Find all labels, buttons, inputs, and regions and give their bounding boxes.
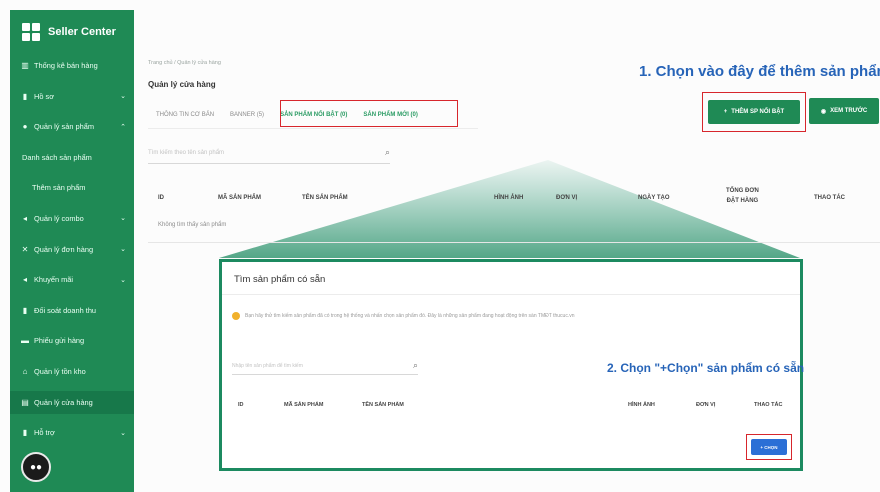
sidebar-item-label: Quản lý combo [34,213,84,223]
col-id: ID [238,402,244,408]
megaphone-icon: ◂ [22,275,27,285]
sidebar-item-label: Quản lý tồn kho [34,366,86,376]
col-image: HÌNH ẢNH [628,402,655,408]
document-icon: ▮ [22,428,28,438]
page: Seller Center ▥ Thống kê bán hàng ▮ Hồ s… [0,0,880,492]
tabs-divider [148,128,478,129]
col-created-date: NGÀY TẠO [638,195,670,201]
sidebar-item-promotions[interactable]: ◂ Khuyến mãi ⌄ [10,268,134,291]
col-image: HÌNH ẢNH [494,195,524,201]
chevron-down-icon: ⌄ [120,215,126,223]
empty-state-text: Không tìm thấy sản phẩm [158,222,227,228]
megaphone-icon: ◂ [22,213,27,223]
sidebar-item-profile[interactable]: ▮ Hồ sơ ⌄ [10,85,134,108]
store-icon: ▤ [21,397,29,407]
sidebar-item-label: Hỗ trợ [34,428,55,438]
col-product-name: TÊN SẢN PHẨM [362,402,404,408]
col-unit: ĐƠN VỊ [696,402,716,408]
notice-text: Bạn hãy thử tìm kiếm sản phẩm đã có tron… [245,313,575,319]
plus-icon: + [723,109,728,115]
chat-button[interactable]: ●● [21,452,51,482]
search-icon[interactable]: ⌕ [413,360,418,371]
sidebar-item-revenue[interactable]: ▮ Đối soát doanh thu [10,299,134,322]
sidebar-item-label: Hồ sơ [34,91,55,101]
sidebar-item-add-product[interactable]: Thêm sản phẩm [10,176,134,199]
add-featured-button[interactable]: + THÊM SP NỔI BẬT [708,100,800,124]
choose-button-highlight: + CHỌN [746,434,792,460]
table-divider [148,242,880,243]
sidebar-item-shipping[interactable]: ▬ Phiếu gửi hàng [10,329,134,352]
add-button-highlight: + THÊM SP NỔI BẬT [702,92,806,132]
sidebar-item-label: Thêm sản phẩm [32,183,86,193]
col-total-orders: TỔNG ĐƠN ĐẶT HÀNG [726,188,759,204]
warehouse-icon: ⌂ [22,366,28,376]
tab-basic-info[interactable]: THÔNG TIN CƠ BẢN [148,106,222,124]
find-product-modal: Tìm sản phẩm có sẵn Bạn hãy thử tìm kiếm… [219,259,805,471]
notice-message: Bạn hãy thử tìm kiếm sản phẩm đã có tron… [232,312,575,320]
warning-icon [232,312,240,320]
sidebar-item-products[interactable]: ● Quản lý sản phẩm ⌃ [10,115,134,138]
col-unit: ĐƠN VỊ [556,195,578,201]
sidebar-item-product-list[interactable]: Danh sách sản phẩm [10,146,134,169]
modal-title: Tìm sản phẩm có sẵn [234,274,326,285]
bar-chart-icon: ▥ [21,61,29,70]
products-icon: ● [22,122,28,132]
sidebar-item-combo[interactable]: ◂ Quản lý combo ⌄ [10,207,134,230]
annotation-step-1: 1. Chọn vào đây để thêm sản phẩm [639,63,880,80]
brand-logo-icon [22,23,40,41]
modal-search-placeholder: Nhập tên sản phẩm để tìm kiếm [232,362,303,369]
sidebar-item-label: Danh sách sản phẩm [22,152,92,162]
breadcrumb[interactable]: Trang chủ / Quản lý cửa hàng [148,60,221,66]
product-search-input[interactable]: Tìm kiếm theo tên sản phẩm ⌕ [148,142,390,164]
tabs-highlight-box [280,100,458,127]
sidebar-item-label: Quản lý cửa hàng [34,397,93,407]
sidebar-item-store[interactable]: ▤ Quản lý cửa hàng [10,390,134,414]
sidebar: Seller Center ▥ Thống kê bán hàng ▮ Hồ s… [10,10,134,492]
sidebar-item-label: Khuyến mãi [34,275,74,285]
brand[interactable]: Seller Center [10,10,134,54]
col-actions: THAO TÁC [754,402,783,408]
eye-icon: ◉ [820,108,827,115]
tab-banner[interactable]: BANNER (5) [222,106,272,124]
modal-divider [222,294,800,295]
choose-product-button[interactable]: + CHỌN [751,439,787,455]
chevron-down-icon: ⌄ [120,93,126,101]
preview-button[interactable]: ◉ XEM TRƯỚC [809,98,879,124]
col-product-name: TÊN SẢN PHẨM [302,195,348,201]
col-id: ID [158,195,164,201]
add-featured-label: THÊM SP NỔI BẬT [731,109,785,115]
sidebar-item-label: Đối soát doanh thu [34,305,97,315]
sidebar-item-sales-stats[interactable]: ▥ Thống kê bán hàng [10,54,134,77]
page-title: Quản lý cửa hàng [148,80,216,89]
sidebar-item-support[interactable]: ▮ Hỗ trợ ⌄ [10,421,134,444]
col-product-code: MÃ SẢN PHẨM [284,402,324,408]
annotation-step-2: 2. Chọn "+Chọn" sản phẩm có sẵn [607,361,805,375]
sidebar-item-orders[interactable]: ✕ Quản lý đơn hàng ⌄ [10,238,134,261]
folder-icon: ▬ [21,336,29,346]
chevron-up-icon: ⌃ [120,123,126,131]
search-placeholder: Tìm kiếm theo tên sản phẩm [148,149,225,156]
document-icon: ▮ [22,305,28,315]
sidebar-item-inventory[interactable]: ⌂ Quản lý tồn kho [10,360,134,383]
table-header: ID MÃ SẢN PHẨM TÊN SẢN PHẨM HÌNH ẢNH ĐƠN… [148,180,880,216]
search-icon[interactable]: ⌕ [385,147,390,158]
chevron-down-icon: ⌄ [120,246,126,254]
preview-label: XEM TRƯỚC [830,108,868,114]
col-product-code: MÃ SẢN PHẨM [218,195,261,201]
chevron-down-icon: ⌄ [120,429,126,437]
col-actions: THAO TÁC [814,195,845,201]
sidebar-item-label: Thống kê bán hàng [34,61,98,70]
document-icon: ▮ [22,91,28,101]
sidebar-item-label: Phiếu gửi hàng [34,336,85,346]
chevron-down-icon: ⌄ [120,276,126,284]
sidebar-item-label: Quản lý sản phẩm [34,122,94,132]
sidebar-item-label: Quản lý đơn hàng [34,244,94,254]
brand-title: Seller Center [48,26,116,38]
chat-icon: ●● [29,461,43,473]
cart-icon: ✕ [21,244,29,254]
modal-search-input[interactable]: Nhập tên sản phẩm để tìm kiếm ⌕ [232,357,418,375]
